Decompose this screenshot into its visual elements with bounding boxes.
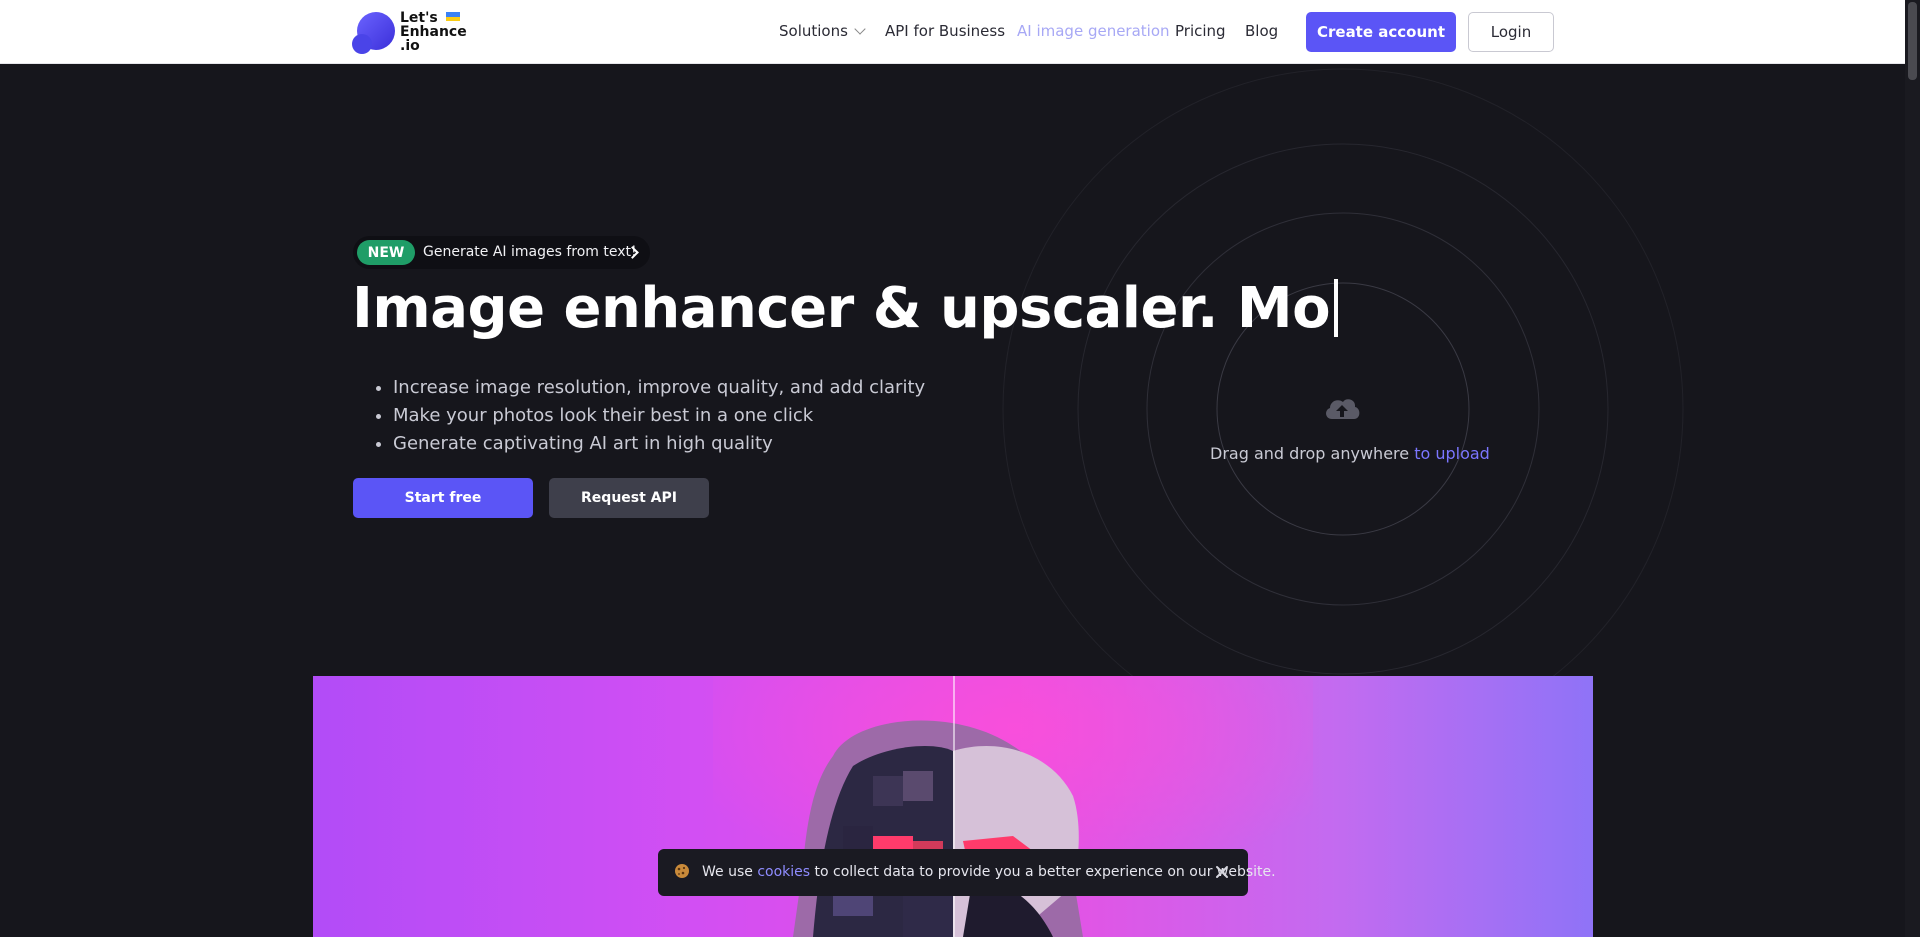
- nav-ai-image-generation[interactable]: AI image generation: [1017, 22, 1170, 40]
- cookie-banner: We use cookies to collect data to provid…: [658, 849, 1276, 896]
- new-feature-badge[interactable]: NEW Generate AI images from text!: [353, 236, 650, 269]
- nav-solutions[interactable]: Solutions: [779, 22, 866, 40]
- page-title: Image enhancer & upscaler. Mo: [352, 276, 1339, 341]
- nav-blog[interactable]: Blog: [1245, 22, 1278, 40]
- logo[interactable]: Let's Enhance .io: [352, 11, 472, 55]
- cookies-link[interactable]: cookies: [757, 864, 810, 880]
- logo-mark-icon: [352, 12, 395, 54]
- logo-line-2: Enhance: [400, 24, 467, 40]
- feature-item: Make your photos look their best in a on…: [393, 402, 925, 430]
- new-label: NEW: [357, 240, 415, 265]
- badge-text: Generate AI images from text!: [423, 244, 637, 260]
- nav-api-for-business[interactable]: API for Business: [885, 22, 1005, 40]
- compare-slider-divider[interactable]: [953, 676, 955, 937]
- start-free-button[interactable]: Start free: [353, 478, 533, 518]
- logo-line-3: .io: [400, 38, 420, 54]
- feature-list: Increase image resolution, improve quali…: [375, 374, 925, 458]
- request-api-button[interactable]: Request API: [549, 478, 709, 518]
- upload-link[interactable]: to upload: [1414, 444, 1490, 463]
- scrollbar-thumb[interactable]: [1908, 2, 1917, 80]
- ukraine-flag-icon: [446, 12, 460, 21]
- drag-drop-label: Drag and drop anywhere: [1210, 444, 1415, 463]
- feature-item: Generate captivating AI art in high qual…: [393, 430, 925, 458]
- cookie-message: We use cookies to collect data to provid…: [702, 864, 1276, 880]
- feature-item: Increase image resolution, improve quali…: [393, 374, 925, 402]
- cloud-upload-icon[interactable]: [1322, 393, 1362, 423]
- create-account-button[interactable]: Create account: [1306, 12, 1456, 52]
- nav-solutions-label: Solutions: [779, 22, 848, 40]
- cookie-suffix: to collect data to provide you a better …: [810, 864, 1276, 880]
- cookie-icon: [675, 864, 689, 878]
- cookie-prefix: We use: [702, 864, 758, 880]
- site-header: Let's Enhance .io Solutions API for Busi…: [0, 0, 1920, 64]
- typing-caret: [1334, 279, 1339, 337]
- page-scrollbar[interactable]: [1905, 0, 1920, 937]
- before-after-image[interactable]: [313, 676, 1593, 937]
- login-button[interactable]: Login: [1468, 12, 1554, 52]
- drag-drop-text: Drag and drop anywhere to upload: [1210, 444, 1490, 463]
- close-icon[interactable]: [1214, 864, 1230, 880]
- title-text: Image enhancer & upscaler. Mo: [352, 276, 1331, 341]
- nav-pricing[interactable]: Pricing: [1175, 22, 1226, 40]
- chevron-down-icon: [854, 23, 866, 35]
